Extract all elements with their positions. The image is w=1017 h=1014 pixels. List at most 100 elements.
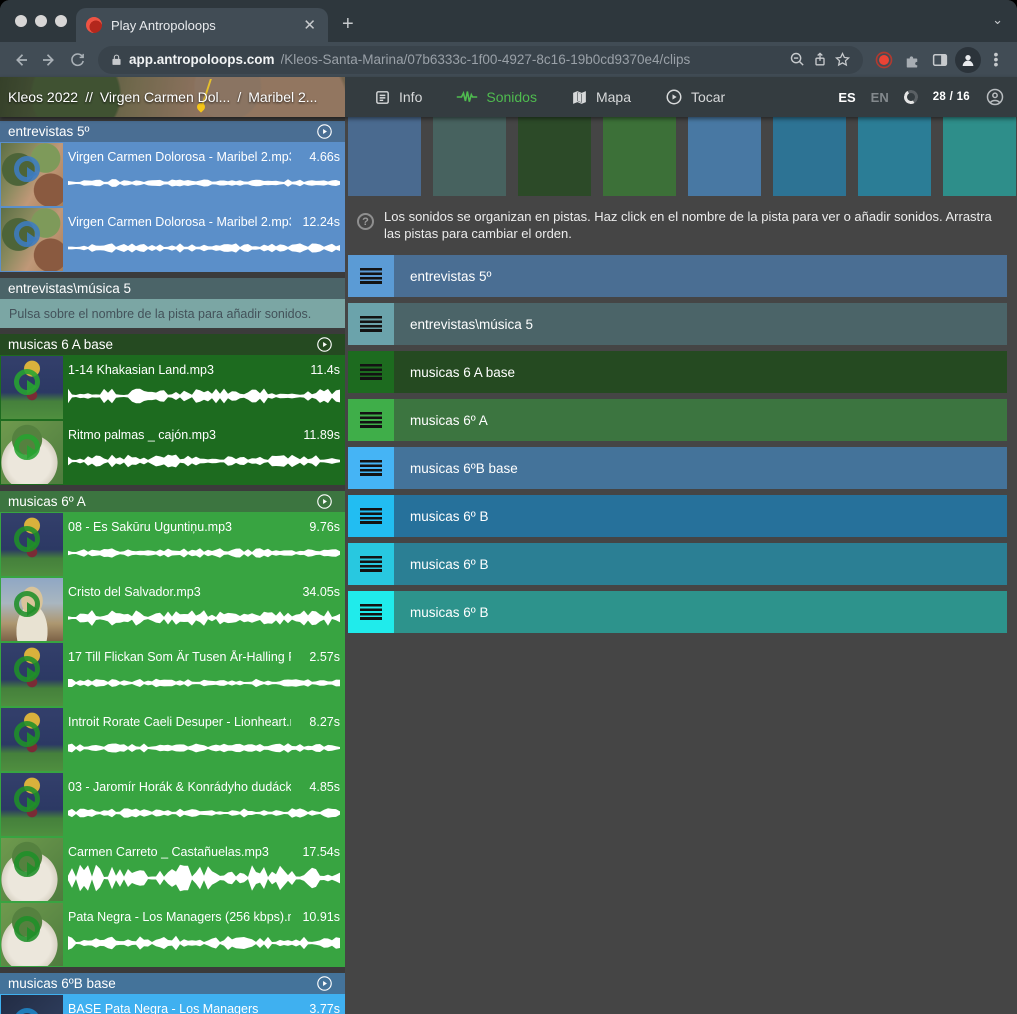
clip-waveform[interactable] <box>68 382 340 410</box>
audio-clip[interactable]: 17 Till Flickan Som Är Tusen År-Halling … <box>0 642 345 707</box>
clip-duration: 2.57s <box>309 650 340 664</box>
clip-waveform[interactable] <box>68 799 340 827</box>
track-name: musicas 6º B <box>410 557 488 572</box>
bookmark-star-icon[interactable] <box>834 51 851 68</box>
track-section: entrevistas 5ºVirgen Carmen Dolorosa - M… <box>0 121 345 272</box>
audio-clip[interactable]: 03 - Jaromír Horák & Konrádyho dudácká .… <box>0 772 345 837</box>
clip-waveform[interactable] <box>68 734 340 762</box>
section-play-icon[interactable] <box>316 123 333 140</box>
clip-thumbnail <box>1 421 63 484</box>
drag-handle-icon <box>360 268 382 284</box>
audio-clip[interactable]: 08 - Es Sakūru Uguntiņu.mp39.76s <box>0 512 345 577</box>
track-name: musicas 6ºB base <box>410 461 518 476</box>
audio-clip[interactable]: BASE Pata Negra - Los Managers3.77s <box>0 994 345 1014</box>
nav-sonidos[interactable]: Sonidos <box>439 77 554 117</box>
side-panel-icon[interactable] <box>927 47 953 73</box>
tab-search-chevron-icon[interactable]: ⌄ <box>992 12 1003 28</box>
clip-name: 1-14 Khakasian Land.mp3 <box>68 363 291 377</box>
section-play-icon[interactable] <box>316 336 333 353</box>
track-drag-handle[interactable] <box>348 495 394 537</box>
clip-duration: 4.66s <box>309 150 340 164</box>
track-color-tile[interactable] <box>348 117 421 196</box>
section-play-icon[interactable] <box>316 493 333 510</box>
clip-waveform[interactable] <box>68 234 340 262</box>
track-section-header[interactable]: entrevistas\música 5 <box>0 278 345 299</box>
clip-waveform[interactable] <box>68 604 340 632</box>
record-extension-icon[interactable] <box>871 47 897 73</box>
clip-waveform[interactable] <box>68 539 340 567</box>
track-row: entrevistas 5º <box>348 255 1007 297</box>
track-name-bar[interactable]: musicas 6º A <box>394 399 1007 441</box>
track-name-bar[interactable]: musicas 6º B <box>394 543 1007 585</box>
audio-clip[interactable]: Ritmo palmas _ cajón.mp311.89s <box>0 420 345 485</box>
extensions-puzzle-icon[interactable] <box>899 47 925 73</box>
lock-icon <box>110 53 123 67</box>
section-play-icon[interactable] <box>316 975 333 992</box>
nav-tocar[interactable]: Tocar <box>648 77 742 117</box>
clip-waveform[interactable] <box>68 669 340 697</box>
track-color-tile[interactable] <box>943 117 1016 196</box>
audio-clip[interactable]: Pata Negra - Los Managers (256 kbps).mp3… <box>0 902 345 967</box>
profile-avatar[interactable] <box>955 47 981 73</box>
reload-button[interactable] <box>64 47 90 73</box>
lang-en-button[interactable]: EN <box>871 90 889 105</box>
audio-clip[interactable]: Virgen Carmen Dolorosa - Maribel 2.mp312… <box>0 207 345 272</box>
share-icon[interactable] <box>812 51 828 68</box>
track-name-bar[interactable]: musicas 6º B <box>394 591 1007 633</box>
track-name-bar[interactable]: entrevistas\música 5 <box>394 303 1007 345</box>
lang-es-button[interactable]: ES <box>838 90 855 105</box>
track-section-header[interactable]: musicas 6º A <box>0 491 345 512</box>
back-button[interactable] <box>8 47 34 73</box>
zoom-icon[interactable] <box>789 51 806 68</box>
clip-play-icon[interactable] <box>14 1008 40 1014</box>
track-drag-handle[interactable] <box>348 351 394 393</box>
audio-clip[interactable]: Virgen Carmen Dolorosa - Maribel 2.mp34.… <box>0 142 345 207</box>
info-list-icon <box>374 89 391 106</box>
clip-thumbnail <box>1 643 63 706</box>
account-icon[interactable] <box>985 87 1005 107</box>
track-drag-handle[interactable] <box>348 255 394 297</box>
track-color-tile[interactable] <box>858 117 931 196</box>
track-name-bar[interactable]: entrevistas 5º <box>394 255 1007 297</box>
sidebar-sections: entrevistas 5ºVirgen Carmen Dolorosa - M… <box>0 117 345 1014</box>
track-color-tile[interactable] <box>603 117 676 196</box>
track-drag-handle[interactable] <box>348 543 394 585</box>
track-list: entrevistas 5º entrevistas\música 5 musica… <box>348 255 1007 633</box>
nav-info[interactable]: Info <box>357 77 439 117</box>
audio-clip[interactable]: 1-14 Khakasian Land.mp311.4s <box>0 355 345 420</box>
track-section-header[interactable]: musicas 6 A base <box>0 334 345 355</box>
browser-menu-icon[interactable]: ••• <box>983 47 1009 73</box>
track-section-header[interactable]: musicas 6ºB base <box>0 973 345 994</box>
clip-waveform[interactable] <box>68 864 340 892</box>
track-color-tile[interactable] <box>688 117 761 196</box>
audio-clip[interactable]: Introit Rorate Caeli Desuper - Lionheart… <box>0 707 345 772</box>
track-section: musicas 6ºB baseBASE Pata Negra - Los Ma… <box>0 973 345 1014</box>
question-icon: ? <box>357 213 374 230</box>
clip-waveform[interactable] <box>68 929 340 957</box>
track-drag-handle[interactable] <box>348 591 394 633</box>
track-color-tile[interactable] <box>518 117 591 196</box>
audio-clip[interactable]: Carmen Carreto _ Castañuelas.mp317.54s <box>0 837 345 902</box>
track-name-bar[interactable]: musicas 6º B <box>394 495 1007 537</box>
clip-waveform[interactable] <box>68 447 340 475</box>
forward-button[interactable] <box>36 47 62 73</box>
track-color-tiles <box>348 117 1017 196</box>
address-bar[interactable]: app.antropoloops.com/Kleos-Santa-Marina/… <box>98 46 863 74</box>
audio-clip[interactable]: Cristo del Salvador.mp334.05s <box>0 577 345 642</box>
track-color-tile[interactable] <box>433 117 506 196</box>
breadcrumb[interactable]: Kleos 2022 // Virgen Carmen Dol... / Mar… <box>0 77 345 117</box>
track-row: musicas 6º B <box>348 591 1007 633</box>
track-drag-handle[interactable] <box>348 303 394 345</box>
clip-waveform[interactable] <box>68 169 340 197</box>
new-tab-button[interactable]: + <box>342 13 354 42</box>
tab-close-icon[interactable]: ✕ <box>301 16 318 34</box>
track-drag-handle[interactable] <box>348 399 394 441</box>
track-name-bar[interactable]: musicas 6ºB base <box>394 447 1007 489</box>
nav-mapa[interactable]: Mapa <box>554 77 648 117</box>
track-color-tile[interactable] <box>773 117 846 196</box>
browser-tab[interactable]: Play Antropoloops ✕ <box>76 8 328 42</box>
traffic-lights[interactable] <box>15 15 67 27</box>
track-name-bar[interactable]: musicas 6 A base <box>394 351 1007 393</box>
track-drag-handle[interactable] <box>348 447 394 489</box>
track-section-header[interactable]: entrevistas 5º <box>0 121 345 142</box>
